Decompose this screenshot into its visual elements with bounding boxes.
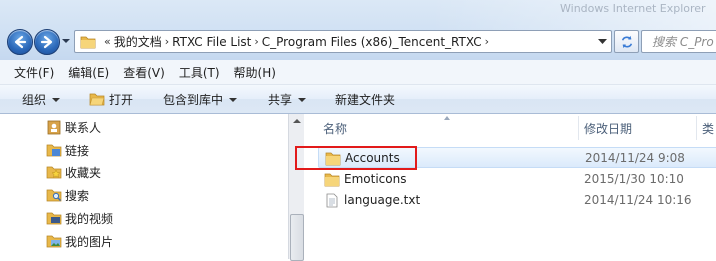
nav-item-contacts[interactable]: 联系人 bbox=[46, 116, 101, 138]
overflow-chevron[interactable]: « bbox=[104, 35, 111, 48]
file-name: language.txt bbox=[344, 193, 421, 207]
column-divider[interactable] bbox=[578, 116, 579, 140]
file-date: 2015/1/30 10:10 bbox=[584, 172, 684, 186]
forward-button[interactable] bbox=[34, 29, 60, 55]
chevron-down-icon bbox=[52, 98, 61, 102]
file-date: 2014/11/24 10:16 bbox=[584, 193, 692, 207]
back-button[interactable] bbox=[7, 29, 33, 55]
open-folder-icon bbox=[89, 93, 105, 106]
searches-folder-icon bbox=[46, 189, 62, 202]
search-input[interactable]: 搜索 C_Pro bbox=[641, 30, 716, 53]
column-header-name[interactable]: 名称 bbox=[323, 114, 347, 142]
column-header-date-modified[interactable]: 修改日期 bbox=[584, 114, 632, 142]
menu-view[interactable]: 查看(V) bbox=[123, 64, 165, 81]
address-bar-region: Windows Internet Explorer « 我的文档 › RTXC … bbox=[0, 0, 716, 60]
new-folder-label: 新建文件夹 bbox=[335, 92, 396, 107]
open-label: 打开 bbox=[109, 92, 134, 107]
nav-item-searches[interactable]: 搜索 bbox=[46, 184, 89, 206]
nav-item-favorites[interactable]: 收藏夹 bbox=[46, 161, 101, 183]
share-label: 共享 bbox=[268, 92, 293, 107]
include-in-library-label: 包含到库中 bbox=[163, 92, 224, 107]
nav-item-label: 搜索 bbox=[65, 188, 90, 203]
include-in-library-button[interactable]: 包含到库中 bbox=[163, 85, 238, 113]
chevron-down-icon bbox=[229, 98, 238, 102]
open-button[interactable]: 打开 bbox=[89, 85, 133, 113]
background-window-ghost-text: Windows Internet Explorer bbox=[560, 2, 706, 15]
pictures-folder-icon bbox=[46, 235, 62, 248]
column-divider[interactable] bbox=[696, 116, 697, 140]
refresh-button[interactable] bbox=[614, 30, 639, 53]
navigation-pane: 联系人 链接 收藏夹 搜索 我的视频 我的图片 bbox=[0, 114, 288, 259]
share-button[interactable]: 共享 bbox=[268, 85, 307, 113]
breadcrumb-rtxc-file-list[interactable]: RTXC File List bbox=[172, 35, 251, 49]
file-name: Emoticons bbox=[344, 172, 407, 186]
videos-folder-icon bbox=[46, 212, 62, 225]
text-file-icon bbox=[326, 193, 338, 208]
scroll-up-arrow-icon[interactable] bbox=[293, 119, 301, 123]
new-folder-button[interactable]: 新建文件夹 bbox=[335, 85, 395, 113]
red-highlight-annotation bbox=[295, 146, 417, 170]
folder-icon bbox=[80, 36, 96, 48]
breadcrumb-separator[interactable]: › bbox=[165, 35, 169, 48]
breadcrumb-separator[interactable]: › bbox=[485, 35, 489, 48]
menu-edit[interactable]: 编辑(E) bbox=[68, 64, 109, 81]
folder-icon bbox=[324, 173, 340, 187]
nav-item-label: 联系人 bbox=[65, 120, 102, 135]
nav-item-label: 我的视频 bbox=[65, 211, 114, 226]
refresh-icon bbox=[621, 35, 632, 48]
breadcrumb-separator[interactable]: › bbox=[254, 35, 258, 48]
contacts-icon bbox=[47, 120, 61, 135]
organize-button[interactable]: 组织 bbox=[22, 85, 61, 113]
menu-tools[interactable]: 工具(T) bbox=[179, 64, 220, 81]
links-folder-icon bbox=[46, 144, 62, 157]
command-toolbar: 组织 打开 包含到库中 共享 新建文件夹 bbox=[0, 85, 716, 114]
back-arrow-icon bbox=[14, 35, 27, 49]
recent-pages-dropdown-icon[interactable] bbox=[61, 36, 71, 46]
address-bar[interactable]: « 我的文档 › RTXC File List › C_Program File… bbox=[74, 30, 612, 53]
menu-bar: 文件(F) 编辑(E) 查看(V) 工具(T) 帮助(H) bbox=[0, 60, 716, 85]
nav-item-label: 收藏夹 bbox=[65, 165, 102, 180]
file-list: 名称 修改日期 类 Accounts 2014/11/24 9:08 文 Emo… bbox=[304, 114, 716, 259]
file-row-emoticons[interactable]: Emoticons 2015/1/30 10:10 文 bbox=[318, 169, 716, 190]
address-dropdown-icon[interactable] bbox=[598, 37, 607, 46]
nav-item-label: 链接 bbox=[65, 143, 90, 158]
organize-label: 组织 bbox=[22, 92, 47, 107]
menu-help[interactable]: 帮助(H) bbox=[234, 64, 276, 81]
favorites-folder-icon bbox=[46, 166, 62, 179]
menu-file[interactable]: 文件(F) bbox=[14, 64, 54, 81]
nav-item-label: 我的图片 bbox=[65, 234, 114, 249]
file-date: 2014/11/24 9:08 bbox=[585, 151, 685, 165]
column-header-type[interactable]: 类 bbox=[702, 114, 714, 142]
nav-item-links[interactable]: 链接 bbox=[46, 139, 89, 161]
nav-item-videos[interactable]: 我的视频 bbox=[46, 207, 113, 229]
breadcrumb-my-documents[interactable]: 我的文档 bbox=[114, 33, 162, 50]
nav-item-pictures[interactable]: 我的图片 bbox=[46, 230, 113, 252]
file-row-language-txt[interactable]: language.txt 2014/11/24 10:16 文 bbox=[318, 190, 716, 211]
scrollbar-thumb[interactable] bbox=[290, 214, 304, 261]
navigation-pane-scrollbar[interactable] bbox=[288, 114, 304, 261]
chevron-down-icon bbox=[298, 98, 307, 102]
sort-ascending-icon bbox=[444, 116, 450, 120]
breadcrumb-current-folder[interactable]: C_Program Files (x86)_Tencent_RTXC bbox=[262, 35, 482, 49]
forward-arrow-icon bbox=[40, 35, 53, 49]
